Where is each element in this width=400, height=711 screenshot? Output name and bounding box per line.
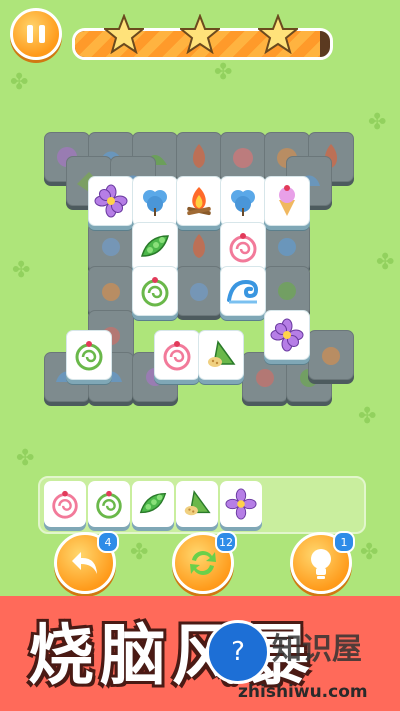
tile-cake-roll-green[interactable] xyxy=(132,266,178,316)
tray-slot xyxy=(44,481,86,527)
tile-blocked xyxy=(88,266,134,316)
zongzi-icon xyxy=(208,340,236,367)
shuffle-count-badge: 12 xyxy=(215,531,237,553)
hint-button[interactable]: 1 xyxy=(290,531,355,594)
undo-count-badge: 4 xyxy=(97,531,119,553)
tile-board xyxy=(0,0,400,500)
pea-pod-icon xyxy=(140,235,170,257)
tile-blocked xyxy=(264,222,310,272)
tile-cake-roll-pink[interactable] xyxy=(220,222,266,272)
ice-cream-icon xyxy=(279,185,295,216)
hint-count-badge: 1 xyxy=(333,531,355,553)
tile-blue-cotton[interactable] xyxy=(220,176,266,226)
tile-ice-cream[interactable] xyxy=(264,176,310,226)
tile-blocked xyxy=(308,330,354,380)
clover-decoration-icon: ✤ xyxy=(360,540,379,565)
tile-blocked xyxy=(176,266,222,316)
pea-pod-icon xyxy=(139,492,167,514)
tile-blocked xyxy=(88,222,134,272)
shuffle-arrows-icon xyxy=(190,551,216,575)
lightbulb-icon xyxy=(311,549,331,579)
cake-roll-green-icon xyxy=(96,490,122,519)
cake-roll-green-icon xyxy=(141,277,169,307)
tile-campfire[interactable] xyxy=(176,176,222,226)
undo-button[interactable]: 4 xyxy=(54,531,119,594)
tile-cake-roll-green[interactable] xyxy=(66,330,112,380)
tile-pea-pod[interactable] xyxy=(132,222,178,272)
clover-decoration-icon: ✤ xyxy=(130,540,149,565)
shuffle-button[interactable]: 12 xyxy=(172,531,237,594)
cake-roll-pink-icon xyxy=(229,233,257,263)
tile-blocked xyxy=(176,132,222,182)
purple-flower-icon xyxy=(270,318,304,352)
cake-roll-pink-icon xyxy=(52,490,78,519)
tile-cake-roll-pink[interactable] xyxy=(154,330,200,380)
tile-purple-flower[interactable] xyxy=(88,176,134,226)
tile-wave[interactable] xyxy=(220,266,266,316)
watermark-brand: 知识屋 xyxy=(272,632,362,667)
cotton-flower-icon xyxy=(143,190,167,216)
wave-icon xyxy=(227,279,259,304)
tile-blocked xyxy=(176,222,222,272)
purple-flower-icon xyxy=(225,488,257,520)
cake-roll-pink-icon xyxy=(163,341,191,371)
cake-roll-green-icon xyxy=(75,341,103,371)
campfire-icon xyxy=(187,187,211,216)
tray-slot xyxy=(220,481,262,527)
zongzi-icon xyxy=(184,490,211,516)
tile-zongzi[interactable] xyxy=(198,330,244,380)
tile-purple-flower[interactable] xyxy=(264,310,310,360)
tile-blocked xyxy=(264,266,310,316)
tray-slot xyxy=(88,481,130,527)
question-monitor-icon: ? xyxy=(206,620,270,684)
undo-arrow-icon xyxy=(72,552,97,574)
tile-blue-cotton[interactable] xyxy=(132,176,178,226)
tray-slot xyxy=(132,481,174,527)
watermark-site: zhishiwu.com xyxy=(238,682,368,702)
tray-slot xyxy=(176,481,218,527)
purple-flower-icon xyxy=(94,184,128,218)
tile-blocked xyxy=(220,132,266,182)
collection-tray xyxy=(38,476,366,534)
cotton-flower-icon xyxy=(231,190,255,216)
